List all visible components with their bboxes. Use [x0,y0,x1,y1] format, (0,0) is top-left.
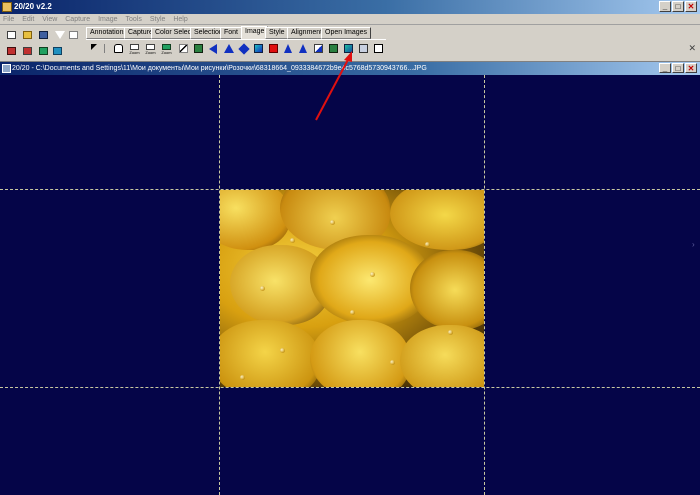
doc-maximize-icon[interactable]: □ [672,63,684,73]
tab-open-images[interactable]: Open Images [321,27,372,39]
open-file-icon[interactable] [20,28,34,41]
menu-view[interactable]: View [39,14,60,25]
blank-page-icon[interactable] [66,28,80,41]
screen-capture-icon[interactable] [4,44,18,57]
eyedropper-icon[interactable] [177,42,190,55]
app-title: 20/20 v2.2 [14,2,52,11]
maximize-icon[interactable]: □ [672,1,684,12]
menu-tools[interactable]: Tools [123,14,145,25]
zoom-in-icon[interactable]: Zoom [128,42,141,55]
diamond-icon[interactable] [237,42,250,55]
save-icon[interactable] [36,28,50,41]
image-icon[interactable] [192,42,205,55]
crop-icon[interactable] [312,42,325,55]
zoom-fit-label: Zoom [161,50,172,55]
tab-font[interactable]: Font [220,27,243,39]
red-square-icon[interactable] [267,42,280,55]
new-file-icon[interactable] [4,28,18,41]
gradient-box-icon[interactable] [342,42,355,55]
document-icon [2,64,11,73]
menu-capture[interactable]: Capture [62,14,93,25]
app-icon [2,2,12,12]
blank-image-icon[interactable] [372,42,385,55]
flip-icon[interactable] [282,42,295,55]
grid-icon[interactable] [50,44,64,57]
zoom-fit-icon[interactable]: Zoom [160,42,173,55]
doc-close-icon[interactable]: ✕ [685,63,697,73]
document-title-bar: 20/20 - C:\Documents and Settings\11\Мои… [0,62,700,75]
separator-icon [103,42,106,55]
document-title: 20/20 - C:\Documents and Settings\11\Мои… [12,65,427,72]
app-title-bar: 20/20 v2.2 _ □ ✕ [0,0,700,14]
rose-photo[interactable] [220,190,484,387]
menu-file[interactable]: File [0,14,17,25]
guide-line-bottom [0,387,700,388]
copy-capture-icon[interactable] [20,44,34,57]
tab-style[interactable]: Style [265,27,289,39]
image-tools-toolbar: Zoom Zoom Zoom [86,39,386,57]
triangle-left-icon[interactable] [207,42,220,55]
close-document-icon[interactable]: ✕ [688,43,696,54]
zoom-out-label: Zoom [145,50,156,55]
zoom-out-icon[interactable]: Zoom [144,42,157,55]
pointer-icon[interactable] [89,42,102,55]
layers-icon[interactable] [36,44,50,57]
menu-style[interactable]: Style [147,14,169,25]
gradient-icon[interactable] [252,42,265,55]
scroll-indicator-icon: › [692,240,695,249]
triangle-icon[interactable] [222,42,235,55]
menu-image[interactable]: Image [95,14,120,25]
close-icon[interactable]: ✕ [685,1,697,12]
hand-icon[interactable] [112,42,125,55]
filter-icon[interactable] [52,28,66,41]
menu-help[interactable]: Help [170,14,190,25]
minimize-icon[interactable]: _ [659,1,671,12]
menu-edit[interactable]: Edit [19,14,37,25]
zoom-in-label: Zoom [129,50,140,55]
green-image-icon[interactable] [327,42,340,55]
edit-image-icon[interactable] [357,42,370,55]
menu-bar: File Edit View Capture Image Tools Style… [0,14,700,25]
doc-minimize-icon[interactable]: _ [659,63,671,73]
main-toolbar [2,27,82,60]
mirror-icon[interactable] [297,42,310,55]
toolbar-area: Annotations Capture Color Select Selecti… [0,25,700,62]
guide-line-right [484,75,485,495]
image-canvas[interactable]: › [0,75,700,495]
